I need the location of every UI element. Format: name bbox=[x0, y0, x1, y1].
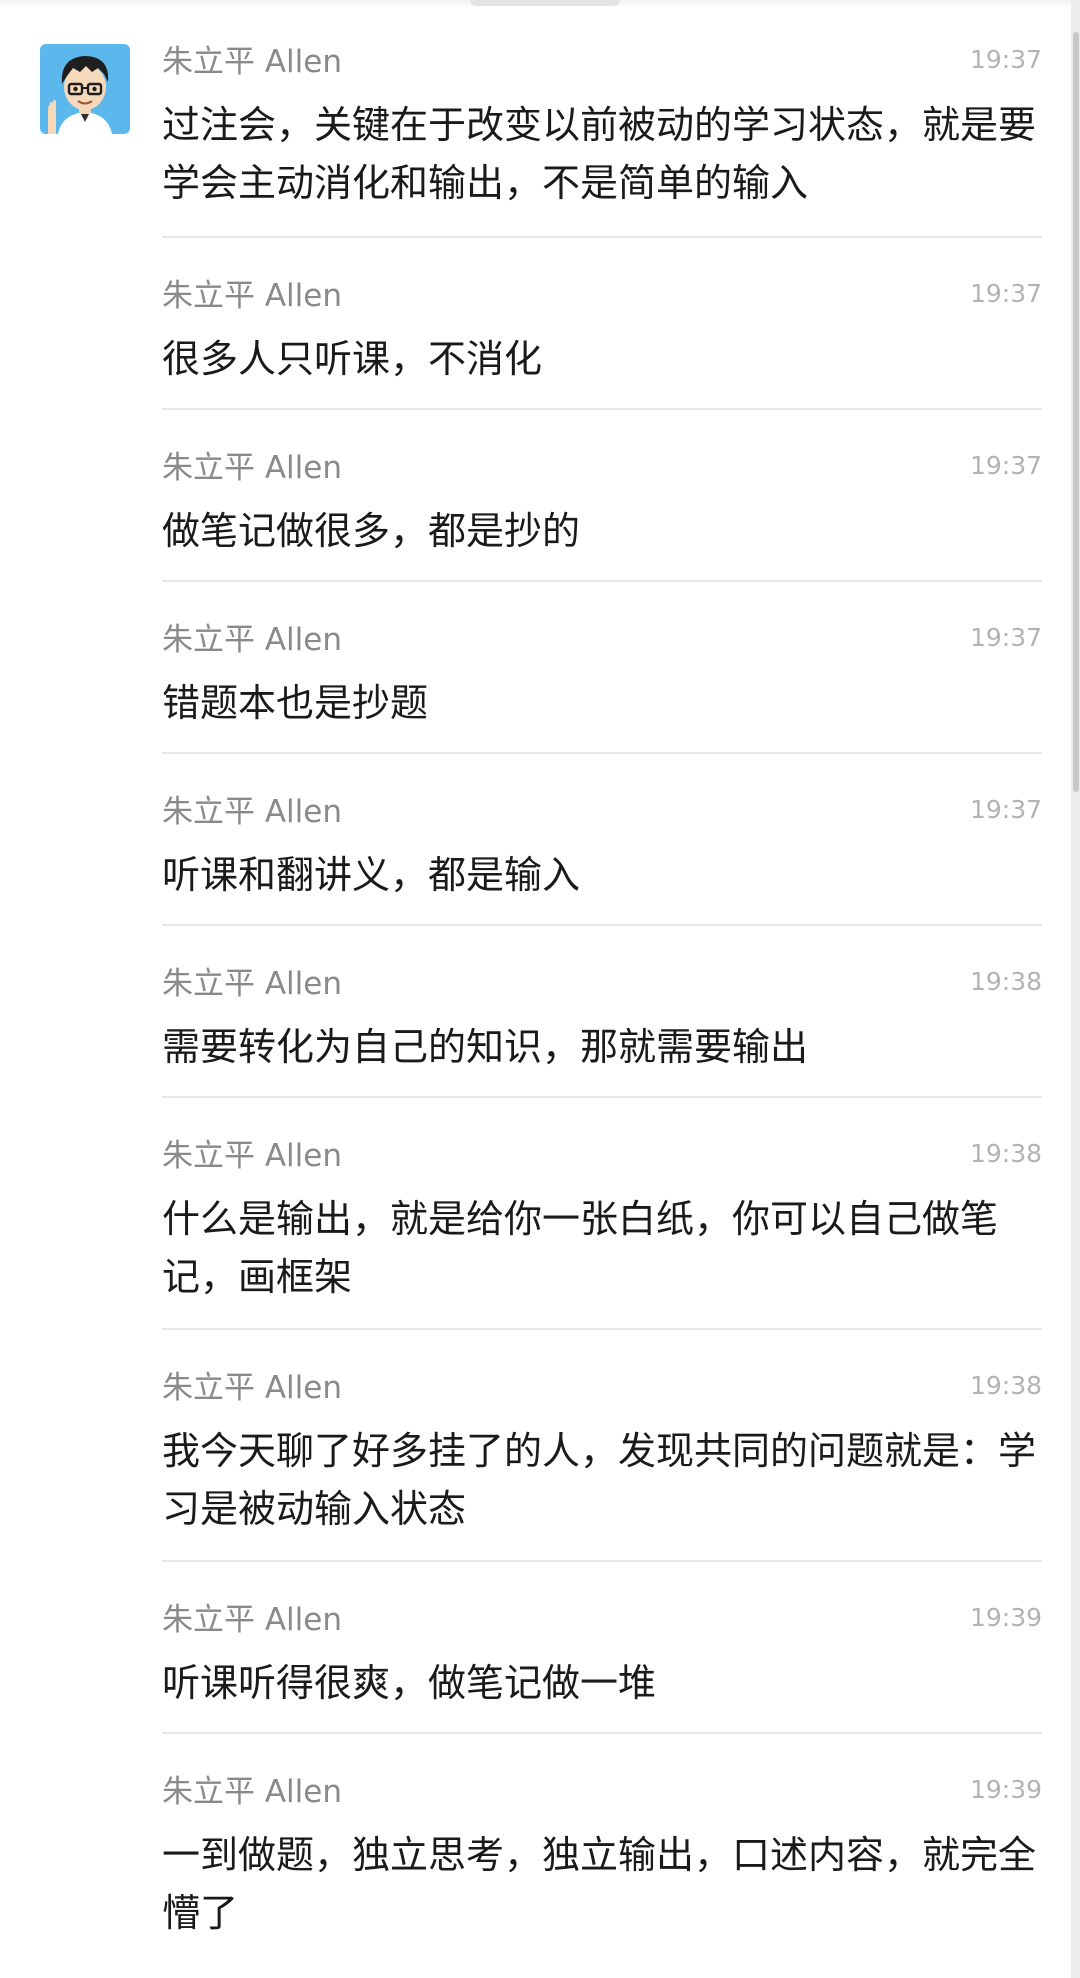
message-text[interactable]: 什么是输出，就是给你一张白纸，你可以自己做笔记，画框架 bbox=[162, 1190, 1042, 1306]
message-text[interactable]: 我今天聊了好多挂了的人，发现共同的问题就是：学习是被动输入状态 bbox=[162, 1422, 1042, 1538]
message-divider bbox=[162, 236, 1042, 238]
message-divider bbox=[162, 1328, 1042, 1330]
message-time: 19:37 bbox=[969, 623, 1042, 652]
sender-name: 朱立平 Allen bbox=[162, 794, 343, 830]
message-divider bbox=[162, 580, 1042, 582]
message-time: 19:38 bbox=[969, 967, 1042, 996]
sender-name: 朱立平 Allen bbox=[162, 44, 343, 80]
sender-name: 朱立平 Allen bbox=[162, 1774, 343, 1810]
message-time: 19:37 bbox=[969, 795, 1042, 824]
message-text[interactable]: 听课听得很爽，做笔记做一堆 bbox=[162, 1654, 1042, 1712]
message-time: 19:37 bbox=[969, 451, 1042, 480]
message-time: 19:37 bbox=[969, 279, 1042, 308]
sender-name: 朱立平 Allen bbox=[162, 966, 343, 1002]
message-text[interactable]: 做笔记做很多，都是抄的 bbox=[162, 502, 1042, 560]
message-text[interactable]: 需要转化为自己的知识，那就需要输出 bbox=[162, 1018, 1042, 1076]
sender-name: 朱立平 Allen bbox=[162, 450, 343, 486]
message-text[interactable]: 过注会，关键在于改变以前被动的学习状态，就是要学会主动消化和输出，不是简单的输入 bbox=[162, 96, 1042, 212]
message-time: 19:37 bbox=[969, 45, 1042, 74]
sender-name: 朱立平 Allen bbox=[162, 622, 343, 658]
scrollbar-track[interactable] bbox=[1071, 0, 1080, 1978]
scrollbar-thumb[interactable] bbox=[1073, 32, 1079, 792]
cartoon-avatar-icon bbox=[40, 44, 130, 134]
message-divider bbox=[162, 1732, 1042, 1734]
message-time: 19:39 bbox=[969, 1603, 1042, 1632]
timestamp-header-cut bbox=[470, 0, 620, 6]
sender-name: 朱立平 Allen bbox=[162, 278, 343, 314]
message-divider bbox=[162, 924, 1042, 926]
message-divider bbox=[162, 752, 1042, 754]
sender-name: 朱立平 Allen bbox=[162, 1602, 343, 1638]
message-divider bbox=[162, 408, 1042, 410]
message-text[interactable]: 一到做题，独立思考，独立输出，口述内容，就完全懵了 bbox=[162, 1826, 1042, 1942]
message-text[interactable]: 很多人只听课，不消化 bbox=[162, 330, 1042, 388]
message-time: 19:39 bbox=[969, 1775, 1042, 1804]
sender-avatar[interactable] bbox=[40, 44, 130, 134]
sender-name: 朱立平 Allen bbox=[162, 1138, 343, 1174]
message-divider bbox=[162, 1560, 1042, 1562]
message-text[interactable]: 错题本也是抄题 bbox=[162, 674, 1042, 732]
message-divider bbox=[162, 1096, 1042, 1098]
sender-name: 朱立平 Allen bbox=[162, 1370, 343, 1406]
message-time: 19:38 bbox=[969, 1139, 1042, 1168]
message-time: 19:38 bbox=[969, 1371, 1042, 1400]
message-text[interactable]: 听课和翻讲义，都是输入 bbox=[162, 846, 1042, 904]
